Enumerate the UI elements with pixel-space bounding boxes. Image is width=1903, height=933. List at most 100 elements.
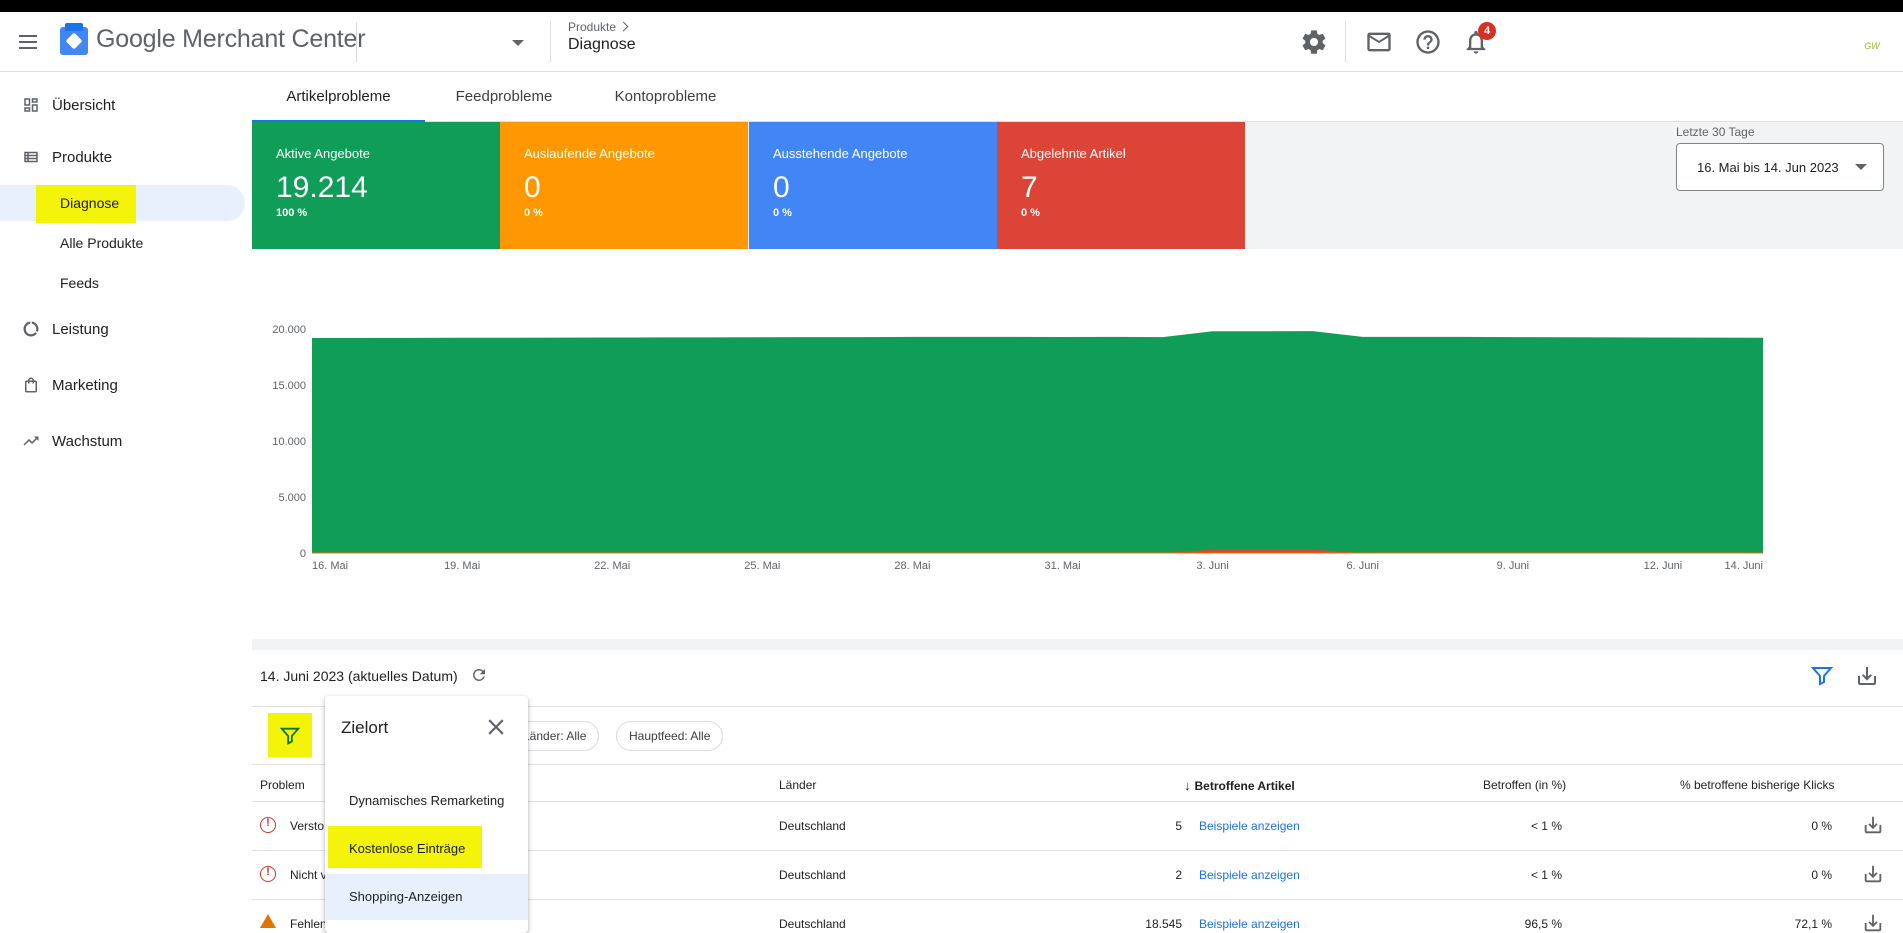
examples-link[interactable]: Beispiele anzeigen — [1199, 868, 1300, 882]
filter-icon — [279, 727, 301, 745]
sidebar-item-diagnose[interactable]: Diagnose — [0, 185, 245, 223]
x-tick-label: 14. Juni — [1724, 560, 1763, 572]
area-chart: 0 5.000 10.000 15.000 20.000 16. Mai 19. Mai 22… — [272, 324, 1763, 572]
donut-icon — [23, 321, 39, 337]
examples-link[interactable]: Beispiele anzeigen — [1199, 819, 1300, 833]
cell-problem: Versto — [290, 819, 325, 833]
y-tick-label: 10.000 — [272, 436, 306, 448]
stat-percent: 0 % — [524, 207, 543, 219]
x-tick-label: 31. Mai — [1044, 560, 1080, 572]
sidebar: Übersicht Produkte Diagnose Alle Produkt… — [0, 73, 252, 933]
col-laender[interactable]: Länder — [779, 778, 816, 792]
account-selector[interactable] — [362, 26, 532, 58]
series-area-0 — [312, 331, 1763, 553]
col-betroffene-artikel[interactable]: ↓ Betroffene Artikel — [1184, 778, 1295, 793]
sidebar-item-leistung[interactable]: Leistung — [0, 309, 245, 349]
col-klicks-pct[interactable]: % betroffene bisherige Klicks — [1680, 778, 1835, 792]
stat-label: Abgelehnte Artikel — [1021, 146, 1126, 161]
stat-percent: 0 % — [1021, 207, 1040, 219]
bag-icon — [25, 377, 37, 393]
sidebar-item-produkte[interactable]: Produkte — [0, 137, 245, 177]
stat-value: 7 — [1021, 171, 1038, 204]
sidebar-item-marketing[interactable]: Marketing — [0, 365, 245, 405]
y-tick-label: 15.000 — [272, 380, 306, 392]
download-icon[interactable] — [1862, 912, 1884, 933]
stat-card-aktive[interactable]: Aktive Angebote 19.214 100 % — [252, 122, 500, 249]
cell-country: Deutschland — [779, 917, 846, 931]
bell-icon[interactable]: 4 — [1462, 22, 1496, 56]
cell-clicks: 0 % — [1811, 819, 1832, 833]
sidebar-item-uebersicht[interactable]: Übersicht — [0, 85, 245, 125]
top-strip — [0, 0, 1903, 12]
chart-area: 0 5.000 10.000 15.000 20.000 16. Mai 19. Mai 22… — [252, 249, 1903, 639]
cell-count: 18.545 — [1145, 917, 1182, 931]
zielort-popup: Zielort Dynamisches Remarketing Kostenlo… — [325, 696, 528, 933]
x-tick-label: 9. Juni — [1497, 560, 1529, 572]
header-divider — [550, 22, 551, 62]
date-range-value: 16. Mai bis 14. Jun 2023 — [1697, 160, 1839, 175]
trend-icon — [23, 436, 39, 446]
download-icon[interactable] — [1862, 814, 1884, 836]
filter-icon[interactable] — [1810, 664, 1834, 688]
mail-icon[interactable] — [1365, 28, 1393, 56]
examples-link[interactable]: Beispiele anzeigen — [1199, 917, 1300, 931]
sidebar-item-alle-produkte[interactable]: Alle Produkte — [0, 225, 245, 261]
x-tick-label: 12. Juni — [1644, 560, 1683, 572]
app-logo-text: Google Merchant Center — [96, 25, 366, 54]
filter-button[interactable] — [268, 713, 312, 757]
x-tick-label: 22. Mai — [594, 560, 630, 572]
sidebar-item-feeds[interactable]: Feeds — [0, 265, 245, 301]
arrow-down-icon: ↓ — [1184, 778, 1191, 793]
download-icon[interactable] — [1855, 664, 1879, 688]
menu-icon[interactable] — [16, 30, 40, 54]
merchant-center-logo-icon — [60, 23, 88, 55]
gear-icon[interactable] — [1300, 28, 1328, 56]
date-range-label: Letzte 30 Tage — [1676, 125, 1755, 139]
popup-item-shopping-anzeigen[interactable]: Shopping-Anzeigen — [325, 874, 528, 920]
refresh-icon[interactable] — [470, 666, 488, 684]
stat-card-abgelehnte[interactable]: Abgelehnte Artikel 7 0 % — [997, 122, 1245, 249]
tab-feedprobleme[interactable]: Feedprobleme — [425, 73, 583, 122]
col-betroffen-pct[interactable]: Betroffen (in %) — [1483, 778, 1566, 792]
error-icon — [260, 866, 276, 882]
stat-value: 19.214 — [276, 171, 368, 204]
col-problem[interactable]: Problem — [260, 778, 305, 792]
x-tick-label: 25. Mai — [744, 560, 780, 572]
cell-clicks: 0 % — [1811, 868, 1832, 882]
cell-count: 2 — [1175, 868, 1182, 882]
warning-icon — [260, 914, 276, 928]
stat-label: Auslaufende Angebote — [524, 146, 655, 161]
breadcrumb: Produkte Diagnose — [568, 20, 636, 54]
avatar[interactable]: GW — [1856, 30, 1888, 62]
x-tick-label: 3. Juni — [1196, 560, 1228, 572]
stat-percent: 0 % — [773, 207, 792, 219]
error-icon — [260, 817, 276, 833]
breadcrumb-parent[interactable]: Produkte — [568, 20, 636, 34]
tab-artikelprobleme[interactable]: Artikelprobleme — [252, 73, 425, 123]
logo-product: Merchant Center — [182, 25, 366, 53]
close-icon[interactable] — [483, 714, 509, 740]
date-range-select[interactable]: 16. Mai bis 14. Jun 2023 — [1676, 143, 1884, 191]
chevron-down-icon — [1855, 164, 1867, 170]
popup-item-dynamisches-remarketing[interactable]: Dynamisches Remarketing — [325, 778, 528, 824]
header-divider — [1345, 22, 1346, 62]
x-tick-label: 16. Mai — [312, 560, 348, 572]
popup-item-kostenlose-eintraege[interactable]: Kostenlose Einträge — [325, 826, 528, 872]
help-icon[interactable] — [1414, 28, 1442, 56]
x-tick-label: 6. Juni — [1347, 560, 1379, 572]
tab-bar: Artikelprobleme Feedprobleme Kontoproble… — [252, 73, 1903, 123]
panel-date: 14. Juni 2023 (aktuelles Datum) — [260, 668, 458, 684]
chip-hauptfeed[interactable]: Hauptfeed: Alle — [616, 721, 724, 751]
sidebar-item-wachstum[interactable]: Wachstum — [0, 421, 245, 461]
stat-value: 0 — [524, 171, 541, 204]
cell-pct: < 1 % — [1530, 868, 1562, 882]
download-icon[interactable] — [1862, 863, 1884, 885]
stat-card-auslaufende[interactable]: Auslaufende Angebote 0 0 % — [500, 122, 748, 249]
tab-kontoprobleme[interactable]: Kontoprobleme — [583, 73, 748, 122]
cell-clicks: 72,1 % — [1794, 917, 1832, 931]
cell-country: Deutschland — [779, 819, 846, 833]
cell-count: 5 — [1175, 819, 1182, 833]
popup-title: Zielort — [341, 718, 389, 737]
stat-label: Ausstehende Angebote — [773, 146, 908, 161]
stat-card-ausstehende[interactable]: Ausstehende Angebote 0 0 % — [749, 122, 997, 249]
